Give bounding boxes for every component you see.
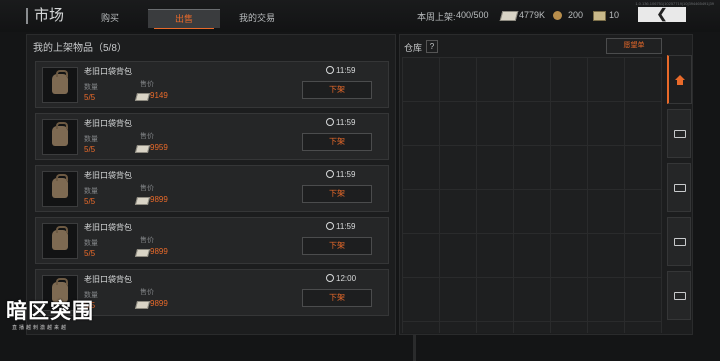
listing-row: 老旧口袋背包 数量 5/5 售价 9149 11:59 下架 xyxy=(35,61,389,108)
backpack-icon xyxy=(52,70,68,94)
version-string: 1.0.136.106751|10257719|10|394465491|39 xyxy=(635,1,714,6)
price-value: 9899 xyxy=(150,299,168,308)
quantity-label: 数量 xyxy=(84,84,98,91)
top-bar: 市场 购买 出售 我的交易 本周上架: 400/500 4779K 200 10… xyxy=(0,0,720,32)
remaining-time: 11:59 xyxy=(326,118,355,127)
item-thumbnail[interactable] xyxy=(42,119,78,155)
price-label: 售价 xyxy=(140,289,154,296)
item-name: 老旧口袋背包 xyxy=(84,67,132,76)
my-listings-title: 我的上架物品（5/8） xyxy=(33,43,127,54)
cash-icon xyxy=(499,11,519,21)
price-label: 售价 xyxy=(140,81,154,88)
wishlist-button[interactable]: 愿望单 xyxy=(606,38,662,54)
delist-button[interactable]: 下架 xyxy=(302,185,372,203)
clock-icon xyxy=(326,170,334,178)
tab-buy[interactable]: 购买 xyxy=(74,9,146,27)
clock-icon xyxy=(326,274,334,282)
remaining-time: 11:59 xyxy=(326,170,355,179)
item-name: 老旧口袋背包 xyxy=(84,119,132,128)
price-value: 9149 xyxy=(150,91,168,100)
price-label: 售价 xyxy=(140,185,154,192)
backpack-icon xyxy=(52,174,68,198)
item-thumbnail[interactable] xyxy=(42,171,78,207)
quantity-value: 5/5 xyxy=(84,93,96,102)
time-value: 11:59 xyxy=(336,118,356,127)
listing-row: 老旧口袋背包 数量 5/5 售价 9959 11:59 下架 xyxy=(35,113,389,160)
page-title: 市场 xyxy=(26,8,64,24)
box-icon xyxy=(674,238,686,246)
price-value: 9899 xyxy=(150,195,168,204)
quantity-value: 5/5 xyxy=(84,249,96,258)
time-value: 12:00 xyxy=(336,274,357,283)
side-tab-container[interactable] xyxy=(667,163,691,212)
item-name: 老旧口袋背包 xyxy=(84,171,132,180)
box-icon xyxy=(674,130,686,138)
warehouse-side-tabs xyxy=(663,53,692,333)
price-label: 售价 xyxy=(140,133,154,140)
weekly-listing-value: 400/500 xyxy=(456,10,489,20)
cash-icon xyxy=(134,249,151,257)
item-name: 老旧口袋背包 xyxy=(84,223,132,232)
clock-icon xyxy=(326,66,334,74)
price-value: 9899 xyxy=(150,247,168,256)
price-label: 售价 xyxy=(140,237,154,244)
side-tab-container[interactable] xyxy=(667,271,691,320)
remaining-time: 11:59 xyxy=(326,222,355,231)
listing-row: 老旧口袋背包 数量 5/5 售价 9899 11:59 下架 xyxy=(35,165,389,212)
quantity-label: 数量 xyxy=(84,188,98,195)
side-tab-container[interactable] xyxy=(667,109,691,158)
item-name: 老旧口袋背包 xyxy=(84,275,132,284)
quantity-value: 5/5 xyxy=(84,197,96,206)
delist-button[interactable]: 下架 xyxy=(302,133,372,151)
time-value: 11:59 xyxy=(336,66,356,75)
tab-active-indicator xyxy=(154,28,214,29)
box-icon xyxy=(674,292,686,300)
cash-icon xyxy=(134,145,151,153)
back-button[interactable]: ❮ xyxy=(638,7,686,22)
time-value: 11:59 xyxy=(336,222,356,231)
cash-icon xyxy=(134,93,151,101)
warehouse-title: 仓库 xyxy=(404,43,423,53)
backpack-icon xyxy=(52,226,68,250)
bond-icon xyxy=(593,11,606,21)
item-thumbnail[interactable] xyxy=(42,67,78,103)
chevron-left-icon: ❮ xyxy=(656,6,668,21)
bond-amount: 10 xyxy=(609,10,620,20)
time-value: 11:59 xyxy=(336,170,356,179)
clock-icon xyxy=(326,222,334,230)
coin-amount: 200 xyxy=(568,10,584,20)
remaining-time: 11:59 xyxy=(326,66,355,75)
quantity-value: 5/5 xyxy=(84,145,96,154)
my-listings-panel: 我的上架物品（5/8） 老旧口袋背包 数量 5/5 售价 9149 11:59 … xyxy=(26,34,416,361)
tab-my-trades[interactable]: 我的交易 xyxy=(221,9,293,27)
quantity-label: 数量 xyxy=(84,240,98,247)
cash-icon xyxy=(134,197,151,205)
coin-icon xyxy=(553,11,562,20)
weekly-listing-label: 本周上架: xyxy=(417,12,456,22)
backpack-icon xyxy=(52,122,68,146)
watermark-slogan: 直播越刺激越来越 xyxy=(12,325,69,331)
item-thumbnail[interactable] xyxy=(42,223,78,259)
cash-icon xyxy=(134,301,151,309)
side-tab-container[interactable] xyxy=(667,217,691,266)
quantity-label: 数量 xyxy=(84,136,98,143)
warehouse-panel: 仓库 ? 愿望单 xyxy=(399,34,693,335)
cash-amount: 4779K xyxy=(519,10,546,20)
tab-sell[interactable]: 出售 xyxy=(148,9,220,28)
help-button[interactable]: ? xyxy=(426,40,438,53)
remaining-time: 12:00 xyxy=(326,274,356,283)
delist-button[interactable]: 下架 xyxy=(302,289,372,307)
clock-icon xyxy=(326,118,334,126)
side-tab-home[interactable] xyxy=(667,55,692,104)
watermark-logo-text: 暗区突围 xyxy=(6,300,94,323)
home-icon xyxy=(675,75,685,85)
price-value: 9959 xyxy=(150,143,168,152)
delist-button[interactable]: 下架 xyxy=(302,81,372,99)
warehouse-grid[interactable] xyxy=(402,57,662,333)
box-icon xyxy=(674,184,686,192)
game-logo-watermark: 暗区突围 直播越刺激越来越 xyxy=(2,294,114,333)
listing-row: 老旧口袋背包 数量 5/5 售价 9899 11:59 下架 xyxy=(35,217,389,264)
delist-button[interactable]: 下架 xyxy=(302,237,372,255)
